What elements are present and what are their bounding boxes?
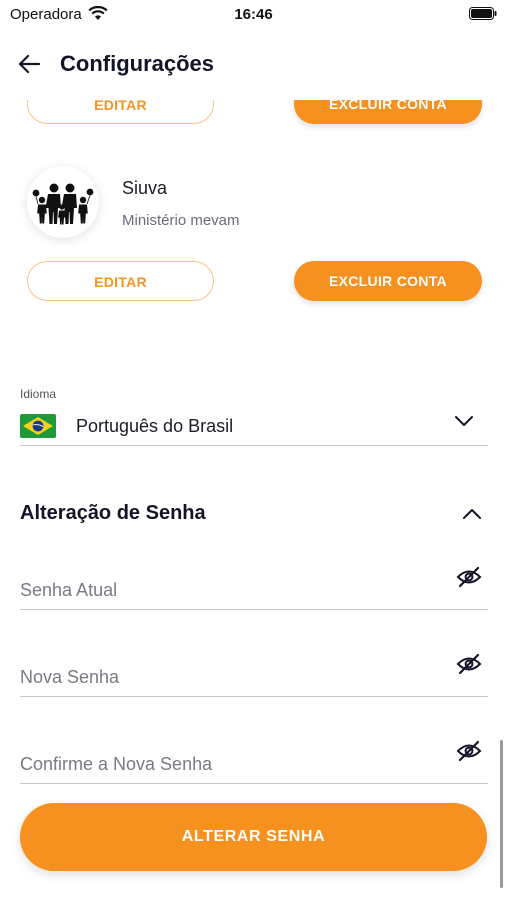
account-name: Siuva — [122, 178, 168, 198]
app-header: Configurações — [0, 40, 507, 90]
confirm-password-field — [20, 740, 488, 784]
avatar — [27, 166, 99, 238]
delete-account-button[interactable]: EXCLUIR CONTA — [294, 261, 482, 301]
language-value: Português do Brasil — [76, 416, 234, 436]
eye-off-icon[interactable] — [456, 653, 482, 675]
status-time: 16:46 — [234, 6, 273, 23]
current-password-input[interactable] — [20, 577, 440, 603]
edit-account-button[interactable]: EDITAR — [27, 100, 214, 124]
status-bar: Operadora 16:46 — [0, 0, 507, 30]
scrollbar[interactable] — [500, 740, 503, 888]
battery-icon — [469, 7, 497, 20]
delete-account-button[interactable]: EXCLUIR CONTA — [294, 100, 482, 124]
language-select[interactable]: Português do Brasil — [20, 406, 488, 446]
current-password-field — [20, 566, 488, 610]
password-section-title: Alteração de Senha — [20, 502, 206, 524]
eye-off-icon[interactable] — [456, 740, 482, 762]
family-icon — [32, 183, 94, 225]
edit-account-button[interactable]: EDITAR — [27, 261, 214, 301]
chevron-down-icon[interactable] — [454, 414, 474, 428]
change-password-button[interactable]: ALTERAR SENHA — [20, 803, 487, 871]
language-label: Idioma — [20, 387, 57, 401]
page-title: Configurações — [60, 51, 215, 76]
new-password-input[interactable] — [20, 664, 440, 690]
confirm-password-input[interactable] — [20, 751, 440, 777]
new-password-field — [20, 653, 488, 697]
eye-off-icon[interactable] — [456, 566, 482, 588]
settings-content[interactable]: EDITAR EXCLUIR CONTA Siuva Ministério me… — [0, 100, 507, 900]
arrow-left-icon[interactable] — [18, 54, 40, 74]
brazil-flag-icon — [20, 414, 56, 438]
account-subtitle: Ministério mevam — [122, 212, 240, 229]
chevron-up-icon[interactable] — [462, 507, 482, 521]
